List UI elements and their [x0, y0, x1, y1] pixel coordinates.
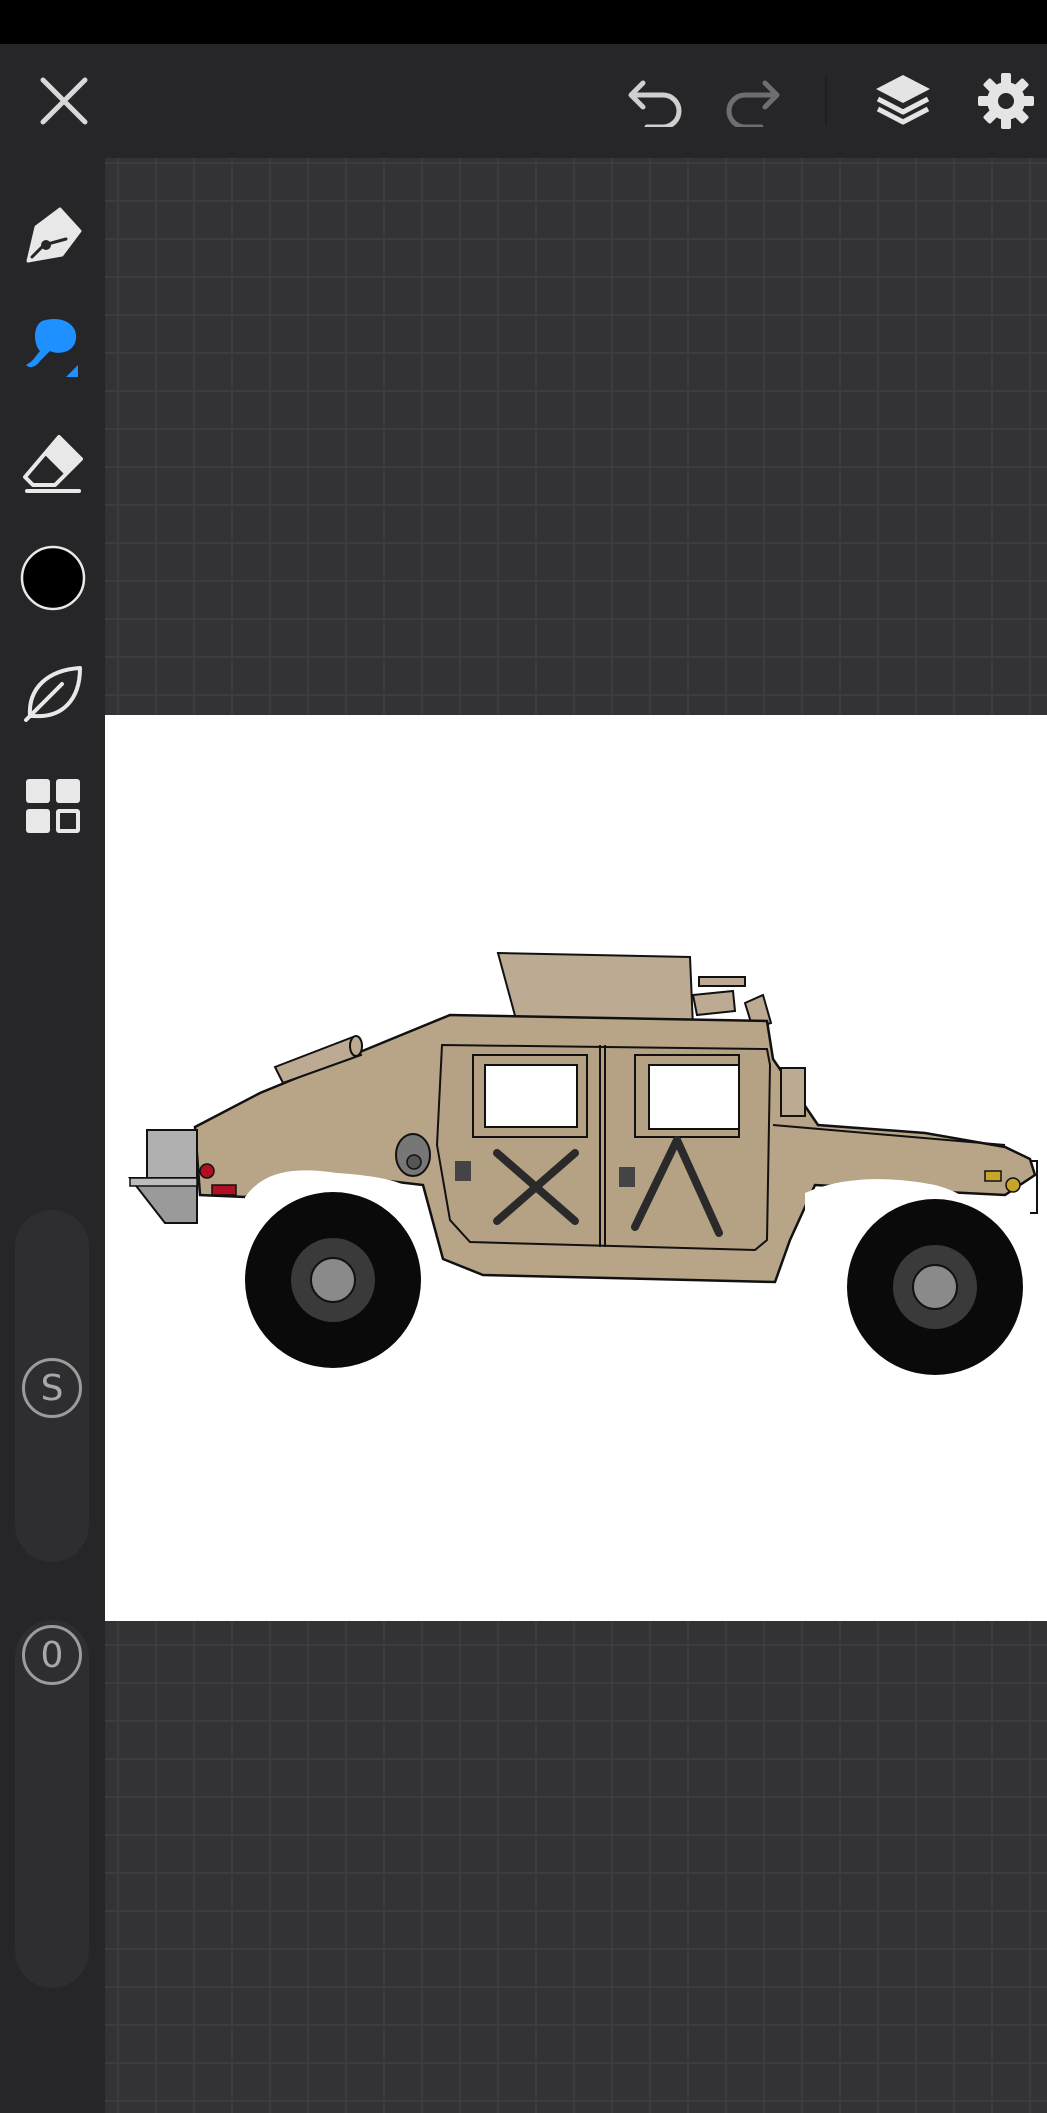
color-circle-icon [20, 545, 85, 611]
redo-button[interactable] [712, 44, 792, 158]
undo-button[interactable] [616, 44, 696, 158]
opacity-slider-label: 0 [22, 1625, 82, 1685]
eraser-tool[interactable] [0, 413, 105, 513]
humvee-drawing [127, 951, 1038, 1375]
brush-opacity-slider[interactable]: 0 [15, 1620, 89, 1988]
tool-sidebar: S 0 [0, 158, 105, 2113]
grid-icon [25, 779, 80, 833]
brush-tool[interactable] [0, 298, 105, 398]
eraser-icon [22, 435, 83, 493]
opacity-slider-knob[interactable]: 0 [19, 1622, 85, 1688]
size-slider-knob[interactable]: S [19, 1355, 85, 1421]
color-picker[interactable] [0, 528, 105, 628]
toolbar-divider [825, 76, 827, 126]
layers-icon [876, 75, 930, 125]
drawing-canvas[interactable] [105, 715, 1047, 1621]
size-slider-label: S [22, 1358, 82, 1418]
smudge-tool[interactable] [0, 643, 105, 743]
more-tools[interactable] [0, 756, 105, 856]
leaf-icon [23, 666, 82, 722]
status-bar [0, 0, 1047, 44]
close-icon [40, 77, 88, 125]
undo-icon [628, 80, 682, 127]
pen-nib-icon [26, 207, 81, 263]
close-button[interactable] [22, 44, 106, 158]
settings-button[interactable] [965, 44, 1047, 158]
redo-icon [726, 80, 780, 127]
layers-button[interactable] [860, 44, 946, 158]
top-toolbar [0, 44, 1047, 158]
pen-tool[interactable] [0, 186, 105, 286]
gear-icon [978, 73, 1034, 129]
brush-size-slider[interactable]: S [15, 1210, 89, 1562]
brush-icon [25, 319, 78, 377]
